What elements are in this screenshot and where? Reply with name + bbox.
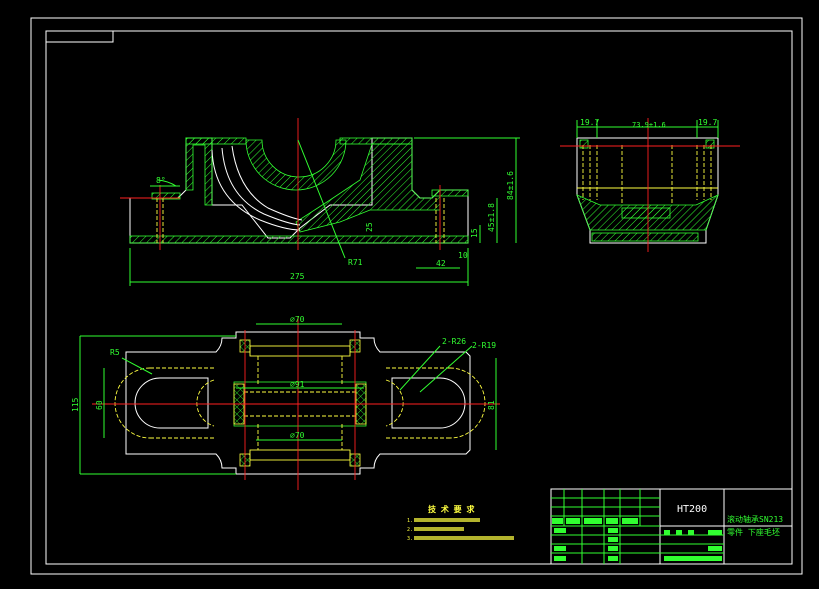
right-ear-section — [431, 189, 469, 197]
cad-drawing: 275 42 10 84±1.6 45±1.8 15 25 R71 8° 19.… — [30, 17, 803, 575]
dim-r5: R5 — [110, 348, 120, 357]
note-3: 3. — [407, 536, 413, 542]
side-base-section — [591, 232, 699, 242]
outer-border — [30, 17, 803, 575]
top-view: ⌀70 ⌀91 ⌀70 115 60 81 R5 2-R26 2-R19 — [71, 315, 500, 490]
notes-title: 技 术 要 求 — [428, 504, 475, 514]
corner-label-box — [45, 30, 114, 43]
inner-border — [45, 30, 793, 565]
front-view: 275 42 10 84±1.6 45±1.8 15 25 R71 8° — [120, 118, 520, 286]
dim-side-right: 19.7 — [698, 118, 717, 127]
top-flat-right — [339, 137, 413, 145]
dim-81: 81 — [487, 400, 496, 410]
dim-d91: ⌀91 — [290, 380, 305, 389]
dim-25: 25 — [365, 222, 374, 232]
dim-42: 42 — [436, 259, 446, 268]
dim-d70-bottom: ⌀70 — [290, 431, 305, 440]
dim-d70-top: ⌀70 — [290, 315, 305, 324]
dim-275: 275 — [290, 272, 305, 281]
dim-10: 10 — [458, 251, 468, 260]
note-1: 1. — [407, 518, 413, 524]
front-base-section — [129, 235, 469, 244]
dim-side-left: 19.7 — [580, 118, 599, 127]
bearing-seat-ring — [245, 139, 347, 191]
dim-15: 15 — [470, 228, 479, 238]
dim-84: 84±1.6 — [506, 171, 515, 200]
side-view: 19.7 73.9±1.6 19.7 — [560, 118, 740, 252]
dim-angle: 8° — [156, 176, 166, 185]
material-label: HT200 — [677, 504, 707, 515]
dim-2-r26: 2-R26 — [442, 337, 466, 346]
part-name-line2: 零件 下座毛坯 — [727, 527, 780, 537]
left-pillar-section — [185, 137, 213, 206]
dim-60: 60 — [95, 400, 104, 410]
dim-side-middle: 73.9±1.6 — [632, 121, 666, 129]
dim-115: 115 — [71, 397, 80, 412]
note-2: 2. — [407, 527, 413, 533]
dim-2-r19: 2-R19 — [472, 341, 496, 350]
title-block: HT200 滚动轴承SN213 零件 下座毛坯 — [550, 488, 793, 565]
dim-45: 45±1.8 — [487, 203, 496, 232]
part-name-line1: 滚动轴承SN213 — [727, 514, 783, 524]
top-flat-left — [185, 137, 247, 145]
technical-notes: 技 术 要 求 1. 2. 3. — [407, 504, 514, 542]
dim-r71: R71 — [348, 258, 363, 267]
